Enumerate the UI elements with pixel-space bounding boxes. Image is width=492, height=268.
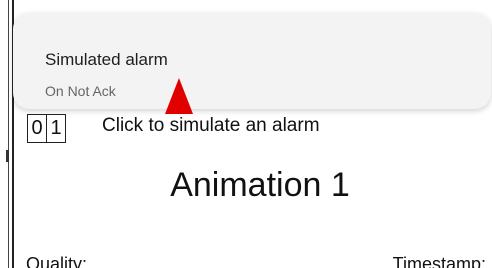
panel-left-border bbox=[8, 0, 9, 268]
red-arrow-pointer-icon bbox=[165, 78, 193, 114]
digit-box-0[interactable]: 0 bbox=[27, 114, 47, 143]
quality-label: Quality: bbox=[26, 254, 88, 268]
timestamp-label: Timestamp: bbox=[392, 254, 486, 268]
screen: Simulated alarm On Not Ack 0 1 Click to … bbox=[0, 0, 492, 268]
notification-status: On Not Ack bbox=[45, 83, 116, 99]
animation-title: Animation 1 bbox=[170, 166, 350, 204]
panel-border-tick bbox=[6, 150, 9, 162]
notification-title: Simulated alarm bbox=[45, 50, 168, 69]
digit-box-1[interactable]: 1 bbox=[46, 114, 66, 143]
alarm-notification[interactable]: Simulated alarm On Not Ack bbox=[13, 13, 491, 109]
simulate-alarm-label[interactable]: Click to simulate an alarm bbox=[102, 115, 320, 137]
